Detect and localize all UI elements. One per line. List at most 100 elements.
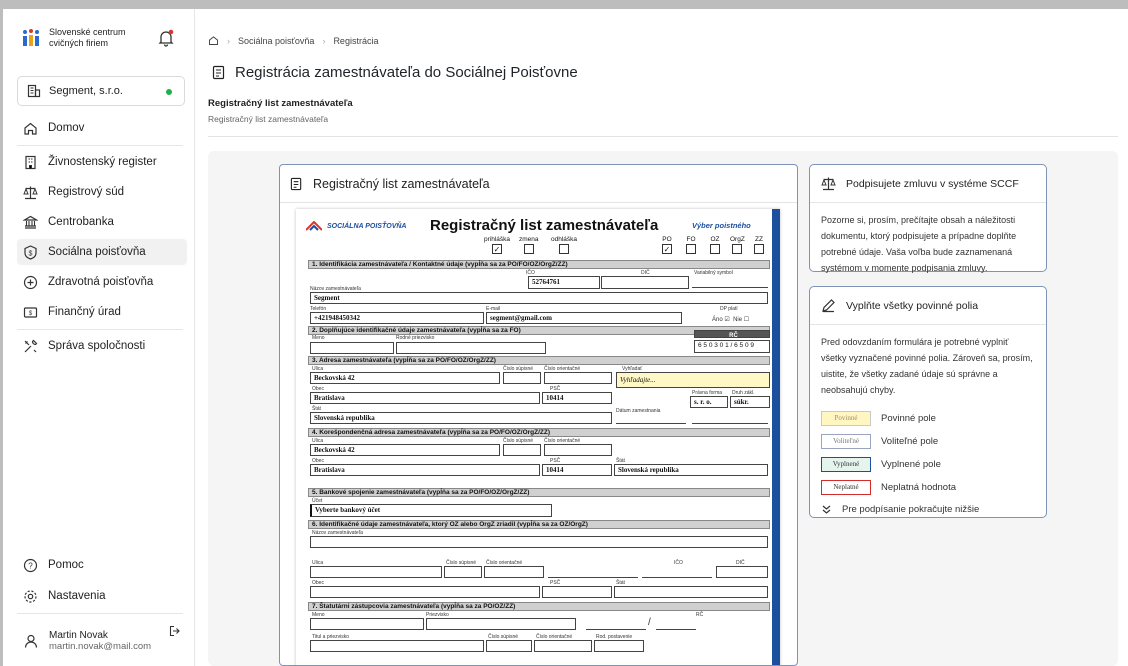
- employer-name-field[interactable]: Segment: [310, 292, 768, 304]
- variable-symbol-field[interactable]: [692, 283, 768, 288]
- birth-number-field[interactable]: 6 5 0 3 0 1 / 6 5 0 9: [694, 340, 770, 353]
- breadcrumb-social-insurance[interactable]: Sociálna poisťovňa: [238, 36, 314, 46]
- corr-state-field[interactable]: Slovenská republika: [614, 464, 768, 476]
- check-po[interactable]: PO ✓: [662, 236, 672, 254]
- avatar-icon: [24, 634, 38, 648]
- corr-city-field[interactable]: Bratislava: [310, 464, 540, 476]
- check-zz[interactable]: ZZ: [754, 236, 764, 254]
- org-ico-field[interactable]: [642, 573, 712, 578]
- check-prihlaska[interactable]: prihláška ✓: [484, 236, 510, 254]
- address-search-input[interactable]: Vyhľadajte...: [616, 372, 770, 388]
- rep-sup-field[interactable]: [486, 640, 532, 652]
- rep-orient-field[interactable]: [534, 640, 592, 652]
- legend-required: Povinné Povinné pole: [821, 407, 1035, 430]
- nav-item-company-management[interactable]: Správa spoločnosti: [17, 333, 187, 359]
- nav-item-help[interactable]: ? Pomoc: [17, 552, 187, 578]
- continue-below-text: Pre podpísanie pokračujte nižšie: [842, 504, 980, 515]
- company-selector[interactable]: Segment, s.r.o.: [17, 76, 185, 106]
- sidebar: Slovenské centrum cvičných firiem Segment…: [3, 9, 195, 666]
- rep-first-name-field[interactable]: [310, 618, 424, 630]
- signing-info-title: Podpisujete zmluvu v systéme SCCF: [846, 177, 1019, 190]
- status-field[interactable]: súkr.: [730, 396, 770, 408]
- tools-icon: [24, 339, 38, 352]
- org-city-field[interactable]: [310, 586, 540, 598]
- org-orient-field[interactable]: [484, 566, 544, 578]
- nav-item-social-insurance[interactable]: $ Sociálna poisťovňa: [17, 239, 187, 265]
- dic-field[interactable]: [601, 276, 689, 289]
- check-orgz[interactable]: OrgZ: [730, 236, 745, 254]
- org-street-field[interactable]: [310, 566, 442, 578]
- home-icon: [24, 122, 37, 135]
- corr-psc-field[interactable]: 10414: [542, 464, 612, 476]
- bank-account-select[interactable]: Vyberte bankový účet: [310, 504, 552, 517]
- breadcrumb-current: Registrácia: [333, 35, 379, 46]
- divider: [17, 329, 183, 330]
- nav-item-home[interactable]: Domov: [17, 115, 187, 141]
- org-name-field[interactable]: [310, 536, 768, 548]
- street-field[interactable]: Beckovská 42: [310, 372, 500, 384]
- user-profile[interactable]: Martin Novak martin.novak@mail.com: [17, 621, 187, 661]
- check-fo[interactable]: FO: [686, 236, 696, 254]
- first-name-field[interactable]: [310, 342, 394, 354]
- psc-field[interactable]: 10414: [542, 392, 612, 404]
- org-state-field[interactable]: [614, 586, 768, 598]
- check-zmena[interactable]: zmena: [519, 236, 539, 254]
- social-insurance-logo-icon: [306, 221, 322, 231]
- phone-field[interactable]: +421948450342: [310, 312, 484, 324]
- nav-item-central-bank[interactable]: Centrobanka: [17, 209, 187, 235]
- pencil-icon: [822, 299, 835, 313]
- date-field[interactable]: [616, 419, 686, 424]
- company-name: Segment, s.r.o.: [49, 85, 123, 97]
- rep-surname-field[interactable]: [426, 618, 576, 630]
- document-scrollbar[interactable]: [772, 209, 780, 665]
- org-dic-field[interactable]: [716, 566, 768, 578]
- nav-item-tax-office[interactable]: $ Finančný úrad: [17, 299, 187, 325]
- check-oz[interactable]: OZ: [710, 236, 720, 254]
- sup-number-field[interactable]: [503, 372, 541, 384]
- orient-number-field[interactable]: [544, 372, 612, 384]
- user-email: martin.novak@mail.com: [49, 641, 152, 652]
- org-sup-field[interactable]: [444, 566, 482, 578]
- divider: [17, 613, 183, 614]
- legal-form-field[interactable]: s. r. o.: [690, 396, 728, 408]
- dp-yes[interactable]: Áno ☑ Nie ☐: [712, 316, 749, 323]
- nav-label: Domov: [48, 122, 85, 134]
- state-field[interactable]: Slovenská republika: [310, 412, 612, 424]
- legend-label: Voliteľné pole: [881, 436, 939, 447]
- nav-item-health-insurance[interactable]: Zdravotná poisťovňa: [17, 269, 187, 295]
- label-dp: DP platí: [720, 306, 738, 312]
- org-psc-field[interactable]: [542, 586, 612, 598]
- home-icon[interactable]: [208, 35, 219, 46]
- label-meno: Meno: [312, 335, 325, 341]
- legend-invalid: Neplatné Neplatná hodnota: [821, 476, 1035, 499]
- rep-rc-field-2[interactable]: [656, 625, 696, 630]
- ico-field[interactable]: 52764761: [528, 276, 600, 289]
- rep-rc-field[interactable]: [586, 625, 646, 630]
- continue-below-note[interactable]: Pre podpísanie pokračujte nižšie: [810, 499, 1046, 520]
- birth-name-field[interactable]: [396, 342, 546, 354]
- corr-orient-field[interactable]: [544, 444, 612, 456]
- rep-position-field[interactable]: [594, 640, 644, 652]
- nav-item-registry-court[interactable]: Registrový súd: [17, 179, 187, 205]
- city-field[interactable]: Bratislava: [310, 392, 540, 404]
- corr-sup-field[interactable]: [503, 444, 541, 456]
- nav-item-trade-register[interactable]: Živnostenský register: [17, 149, 187, 175]
- rep-title-field[interactable]: [310, 640, 484, 652]
- section-4-header: 4. Korešpondenčná adresa zamestnávateľa …: [308, 428, 770, 437]
- svg-text:?: ?: [28, 561, 33, 570]
- brand[interactable]: Slovenské centrum cvičných firiem: [21, 27, 126, 49]
- check-odhlaska[interactable]: odhláška: [551, 236, 577, 254]
- required-fields-title: Vyplňte všetky povinné polia: [846, 299, 979, 312]
- divider: [17, 145, 183, 146]
- premium-choice-label: Výber poistného: [692, 221, 751, 230]
- brand-line2: cvičných firiem: [49, 38, 109, 48]
- org-varsym-field[interactable]: [548, 573, 638, 578]
- nav-item-settings[interactable]: Nastavenia: [17, 583, 187, 609]
- logout-icon[interactable]: [169, 625, 181, 637]
- email-field[interactable]: segment@gmail.com: [486, 312, 682, 324]
- notification-bell-icon[interactable]: [158, 29, 174, 47]
- date-field-2[interactable]: [692, 419, 768, 424]
- page-title-text: Registrácia zamestnávateľa do Sociálnej …: [235, 64, 578, 81]
- nav-label: Správa spoločnosti: [48, 340, 146, 352]
- corr-street-field[interactable]: Beckovská 42: [310, 444, 500, 456]
